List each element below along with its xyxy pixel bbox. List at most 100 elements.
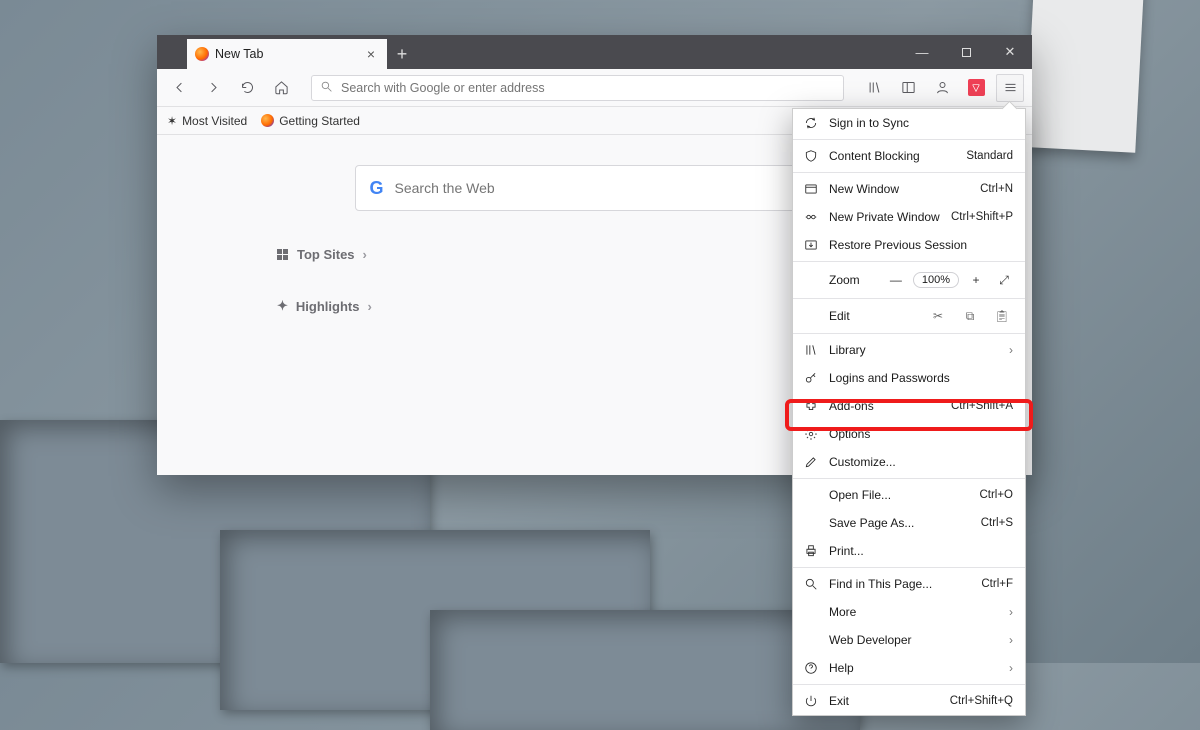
menu-content-blocking[interactable]: Content Blocking Standard (793, 142, 1025, 170)
newtab-search-input[interactable] (395, 180, 820, 196)
menu-logins[interactable]: Logins and Passwords (793, 364, 1025, 392)
printer-icon (803, 544, 819, 558)
close-tab-icon[interactable]: × (363, 46, 379, 62)
menu-customize[interactable]: Customize... (793, 448, 1025, 476)
shortcut: Ctrl+Shift+Q (950, 695, 1013, 707)
menu-sign-in[interactable]: Sign in to Sync (793, 109, 1025, 137)
main-menu-button[interactable] (996, 74, 1024, 102)
forward-button[interactable] (199, 74, 227, 102)
shortcut: Ctrl+S (981, 517, 1013, 529)
sidebar-icon[interactable] (894, 74, 922, 102)
shortcut: Ctrl+O (979, 489, 1013, 501)
bookmark-label: Getting Started (279, 114, 360, 128)
maximize-button[interactable] (944, 35, 988, 69)
window-icon (803, 182, 819, 196)
menu-label: Exit (829, 694, 940, 708)
menu-label: More (829, 605, 999, 619)
chevron-right-icon: › (363, 247, 367, 262)
tab-strip: New Tab × + — ✕ (157, 35, 1032, 69)
menu-label: New Private Window (829, 210, 941, 224)
menu-new-window[interactable]: New Window Ctrl+N (793, 175, 1025, 203)
menu-separator (793, 172, 1025, 173)
menu-help[interactable]: Help › (793, 654, 1025, 682)
power-icon (803, 694, 819, 708)
menu-separator (793, 478, 1025, 479)
menu-label: Find in This Page... (829, 577, 971, 591)
main-menu: Sign in to Sync Content Blocking Standar… (792, 108, 1026, 716)
gear-icon (803, 427, 819, 441)
copy-icon[interactable]: ⧉ (959, 309, 981, 324)
shield-icon (803, 149, 819, 163)
home-button[interactable] (267, 74, 295, 102)
menu-label: Web Developer (829, 633, 999, 647)
bookmark-getting-started[interactable]: Getting Started (261, 114, 360, 128)
menu-separator (793, 298, 1025, 299)
menu-label: Content Blocking (829, 149, 956, 163)
menu-restore-session[interactable]: Restore Previous Session (793, 231, 1025, 259)
menu-label: New Window (829, 182, 970, 196)
cut-icon[interactable]: ✂ (927, 309, 949, 323)
menu-print[interactable]: Print... (793, 537, 1025, 565)
newtab-search[interactable]: G (355, 165, 835, 211)
puzzle-icon (803, 399, 819, 413)
close-window-button[interactable]: ✕ (988, 35, 1032, 69)
menu-web-developer[interactable]: Web Developer › (793, 626, 1025, 654)
bookmark-most-visited[interactable]: ✶Most Visited (167, 114, 247, 128)
menu-label: Open File... (829, 488, 969, 502)
zoom-out-button[interactable]: — (885, 273, 907, 287)
tab-active[interactable]: New Tab × (187, 39, 387, 69)
menu-edit: Edit ✂ ⧉ 📋︎ (793, 301, 1025, 331)
menu-label: Zoom (803, 273, 879, 287)
restore-icon (803, 238, 819, 252)
menu-label: Library (829, 343, 999, 357)
new-tab-button[interactable]: + (387, 39, 417, 69)
chevron-right-icon: › (367, 299, 371, 314)
menu-zoom: Zoom — 100% + ⤢ (793, 264, 1025, 296)
key-icon (803, 371, 819, 385)
menu-exit[interactable]: Exit Ctrl+Shift+Q (793, 687, 1025, 715)
menu-label: Customize... (829, 455, 1013, 469)
menu-label: Help (829, 661, 999, 675)
menu-more[interactable]: More › (793, 598, 1025, 626)
google-icon: G (370, 178, 383, 199)
status-badge: Standard (966, 150, 1013, 162)
account-icon[interactable] (928, 74, 956, 102)
menu-separator (793, 567, 1025, 568)
tab-title: New Tab (215, 47, 357, 61)
address-input[interactable] (341, 81, 835, 95)
menu-save-as[interactable]: Save Page As... Ctrl+S (793, 509, 1025, 537)
search-icon (803, 577, 819, 591)
zoom-value: 100% (913, 272, 959, 288)
gear-icon: ✶ (167, 114, 177, 128)
library-icon[interactable] (860, 74, 888, 102)
chevron-right-icon: › (1009, 661, 1013, 675)
search-icon (320, 80, 333, 96)
paste-icon[interactable]: 📋︎ (991, 309, 1013, 323)
menu-addons[interactable]: Add-ons Ctrl+Shift+A (793, 392, 1025, 420)
menu-library[interactable]: Library › (793, 336, 1025, 364)
section-label: Top Sites (297, 247, 355, 262)
menu-label: Logins and Passwords (829, 371, 1013, 385)
shortcut: Ctrl+F (981, 578, 1013, 590)
back-button[interactable] (165, 74, 193, 102)
minimize-button[interactable]: — (900, 35, 944, 69)
menu-new-private[interactable]: New Private Window Ctrl+Shift+P (793, 203, 1025, 231)
reload-button[interactable] (233, 74, 261, 102)
menu-separator (793, 684, 1025, 685)
menu-find[interactable]: Find in This Page... Ctrl+F (793, 570, 1025, 598)
shortcut: Ctrl+Shift+P (951, 211, 1013, 223)
zoom-in-button[interactable]: + (965, 273, 987, 287)
shortcut: Ctrl+N (980, 183, 1013, 195)
sparkle-icon: ✦ (277, 298, 288, 314)
menu-options[interactable]: Options (793, 420, 1025, 448)
menu-label: Add-ons (829, 399, 941, 413)
menu-open-file[interactable]: Open File... Ctrl+O (793, 481, 1025, 509)
pocket-icon[interactable] (962, 74, 990, 102)
menu-separator (793, 139, 1025, 140)
address-bar[interactable] (311, 75, 844, 101)
menu-label: Save Page As... (829, 516, 971, 530)
fullscreen-button[interactable]: ⤢ (993, 273, 1015, 288)
shortcut: Ctrl+Shift+A (951, 400, 1013, 412)
chevron-right-icon: › (1009, 343, 1013, 357)
firefox-icon (261, 114, 274, 127)
